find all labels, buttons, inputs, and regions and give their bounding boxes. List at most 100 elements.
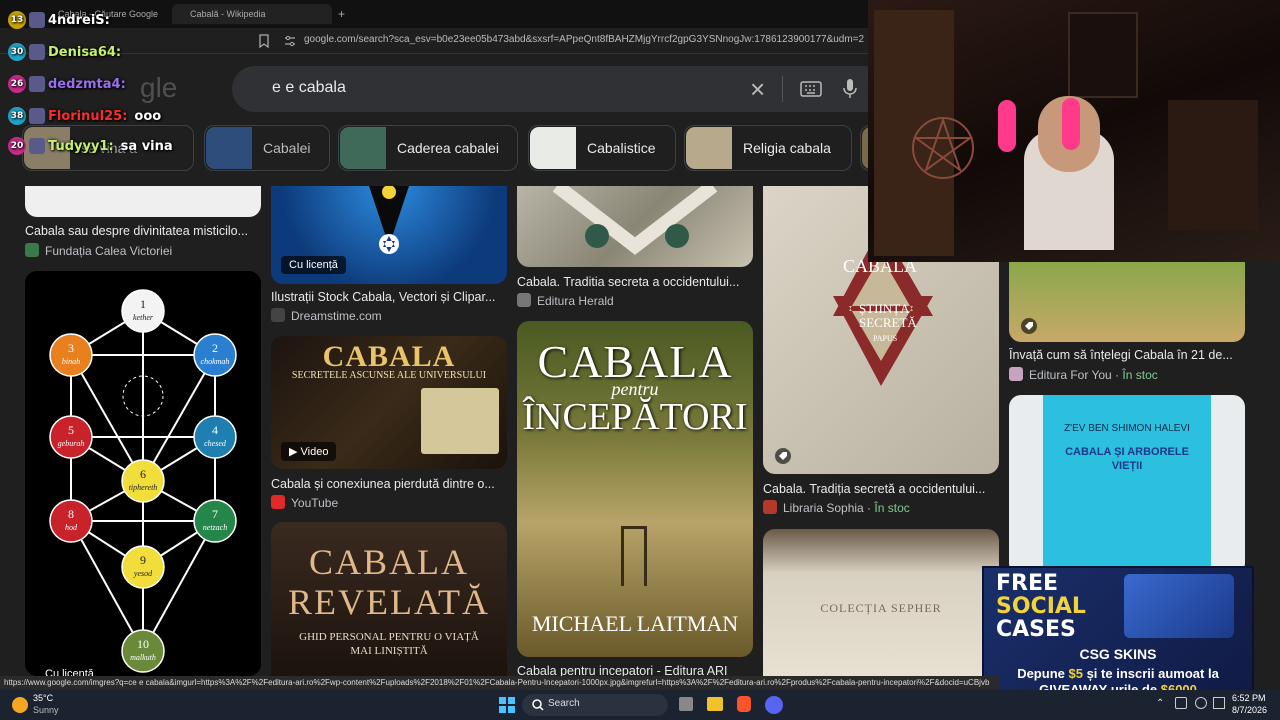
tree-path — [70, 354, 144, 482]
brave-browser-icon[interactable] — [737, 696, 751, 712]
weather-icon — [12, 697, 28, 713]
chat-username: dedzmta4: — [48, 76, 126, 92]
tree-path — [70, 520, 144, 652]
weather-desc[interactable]: Sunny — [33, 705, 59, 715]
result-image-halevi-book[interactable]: Z'EV BEN SHIMON HALEVI CABALA ȘI ARBOREL… — [1009, 395, 1245, 575]
sephirah-kether: 1 kether — [121, 289, 165, 333]
favicon — [25, 243, 39, 257]
result-image-mosaic[interactable] — [517, 186, 753, 267]
windows-start-icon[interactable] — [499, 697, 515, 713]
result-source[interactable]: Editura For You · În stoc — [1009, 367, 1158, 382]
result-caption[interactable]: Cabala și conexiunea pierdută dintre o..… — [271, 477, 511, 491]
result-image-cabala-pentru-incepatori[interactable]: CABALA pentru ÎNCEPĂTORI MICHAEL LAITMAN — [517, 321, 753, 657]
chip-thumbnail — [340, 127, 386, 169]
result-image-sepher[interactable]: COLECȚIA SEPHER — [763, 529, 999, 676]
clear-icon[interactable]: × — [750, 74, 765, 105]
result-source-name: Libraria Sophia — [783, 501, 864, 515]
task-view-icon[interactable] — [679, 697, 693, 711]
book-title: CABALA ȘI ARBORELE VIEȚII — [1065, 446, 1189, 472]
result-image-tree-of-life[interactable]: 1 kether 2 chokmah 3 binah 4 chesed 5 geburah 6 tip… — [25, 271, 261, 676]
tray-chevron-icon[interactable]: ⌃ — [1156, 698, 1164, 709]
sephirah-name: kether — [133, 313, 154, 322]
microphone-icon[interactable] — [843, 78, 857, 100]
result-source[interactable]: Editura Herald — [517, 293, 614, 308]
result-source[interactable]: Dreamstime.com — [271, 308, 382, 323]
result-source[interactable]: Fundația Calea Victoriei — [25, 243, 172, 258]
sephirah-name: binah — [62, 357, 80, 366]
in-stock-label: În stoc — [874, 501, 910, 515]
case-illustration — [1124, 574, 1234, 638]
chat-badge-icon — [29, 108, 45, 124]
chat-level-badge: 38 — [8, 107, 26, 125]
sephirah-malkuth: 10 malkuth — [121, 629, 165, 673]
result-caption[interactable]: Cabala. Tradiția secretă a occidentului.… — [763, 482, 1003, 496]
discord-icon[interactable] — [765, 696, 783, 714]
cover-author: PAPUS — [873, 334, 898, 343]
favicon — [517, 293, 531, 307]
promo-brand: CSG SKINS — [1079, 646, 1157, 662]
favicon — [1009, 367, 1023, 381]
result-caption[interactable]: Învață cum să înțelegi Cabala în 21 de..… — [1009, 348, 1249, 362]
chat-level-badge: 26 — [8, 75, 26, 93]
sephirah-name: chesed — [204, 439, 227, 448]
chip-religia-cabala[interactable]: Religia cabala — [684, 125, 852, 171]
sephirah-number: 7 — [212, 507, 218, 521]
tag-icon — [775, 448, 791, 464]
tray-app-icon[interactable] — [1175, 697, 1187, 709]
book-author: Z'EV BEN SHIMON HALEVI — [1064, 423, 1190, 434]
keyboard-icon[interactable] — [800, 81, 822, 97]
sephirah-hod: 8 hod — [49, 499, 93, 543]
result-image-tree-art[interactable] — [1009, 262, 1245, 342]
youtube-icon — [271, 495, 285, 509]
status-bar-url: https://www.google.com/imgres?q=ce e cab… — [0, 676, 1000, 690]
video-subtitle: SECRETELE ASCUNSE ALE UNIVERSULUI — [291, 370, 487, 381]
chat-level-badge: 30 — [8, 43, 26, 61]
clock-time[interactable]: 6:52 PM — [1232, 693, 1266, 703]
favicon — [763, 500, 777, 514]
sephirah-number: 8 — [68, 507, 74, 521]
taskbar: 35°C Sunny Search ⌃ 6:52 PM 8/7/2026 — [0, 690, 1280, 720]
headphones-right — [1062, 98, 1080, 150]
result-image-kabbalah-vector[interactable]: Cu licență — [271, 186, 507, 284]
result-source-name: Editura For You — [1029, 368, 1112, 382]
weather-temp[interactable]: 35°C — [33, 693, 53, 703]
license-badge: Cu licență — [281, 256, 346, 274]
url-text[interactable]: google.com/search?sca_esv=b0e23ee05b473a… — [304, 34, 864, 45]
result-caption[interactable]: Cabala. Traditia secreta a occidentului.… — [517, 275, 757, 289]
result-image-cabala-revelata[interactable]: CABALA REVELATĂ GHID PERSONAL PENTRU O V… — [271, 522, 507, 676]
network-icon[interactable] — [1195, 697, 1207, 709]
promo-banner: FREE SOCIAL CASES CSG SKINS Depune $5 și… — [982, 566, 1254, 700]
chip-label: Caderea cabalei — [397, 140, 499, 156]
result-source[interactable]: Libraria Sophia · În stoc — [763, 500, 910, 515]
file-explorer-icon[interactable] — [707, 697, 723, 711]
volume-icon[interactable] — [1213, 697, 1225, 709]
collection-title: COLECȚIA SEPHER — [820, 601, 942, 615]
chat-badge-icon — [29, 76, 45, 92]
clock-date[interactable]: 8/7/2026 — [1232, 705, 1267, 715]
search-icon — [532, 699, 544, 711]
chat-badge-icon — [29, 12, 45, 28]
sephirah-chesed: 4 chesed — [193, 415, 237, 459]
taskbar-search[interactable]: Search — [522, 694, 668, 716]
result-source[interactable]: YouTube — [271, 495, 338, 510]
book-subtitle: GHID PERSONAL PENTRU O VIAȚĂ MAI LINIȘTI… — [299, 631, 479, 657]
new-tab-button[interactable]: + — [330, 4, 345, 24]
chip-thumbnail — [530, 127, 576, 169]
sephirah-number: 5 — [68, 423, 74, 437]
in-stock-label: În stoc — [1122, 368, 1158, 382]
sephirah-yesod: 9 yesod — [121, 545, 165, 589]
result-image-engraving[interactable] — [25, 186, 261, 217]
search-box[interactable]: e e cabala × — [232, 66, 868, 112]
sephirah-binah: 3 binah — [49, 333, 93, 377]
chip-cabalistice[interactable]: Cabalistice — [528, 125, 676, 171]
result-caption[interactable]: Ilustrații Stock Cabala, Vectori și Clip… — [271, 290, 511, 304]
book-cover — [1043, 395, 1211, 575]
result-caption[interactable]: Cabala sau despre divinitatea misticilo.… — [25, 224, 265, 238]
webcam-feed — [868, 0, 1280, 262]
sephirah-chokmah: 2 chokmah — [193, 333, 237, 377]
result-video-thumbnail[interactable]: CABALA SECRETELE ASCUNSE ALE UNIVERSULUI… — [271, 336, 507, 469]
chat-username: Tudyyy1: — [48, 138, 114, 154]
chip-caderea-cabalei[interactable]: Caderea cabalei — [338, 125, 518, 171]
tree-of-life-diagram: 1 kether 2 chokmah 3 binah 4 chesed 5 geburah 6 tip… — [49, 289, 237, 673]
sephirah-name: chokmah — [201, 357, 230, 366]
